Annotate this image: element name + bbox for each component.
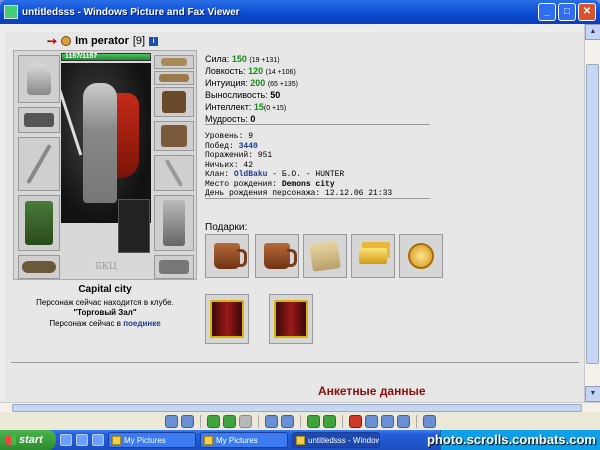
print-icon[interactable] xyxy=(364,414,378,428)
amulet-slot-icon[interactable] xyxy=(154,55,194,69)
stat-row: Ловкость: 120 (14 +106) xyxy=(205,66,296,76)
next-image-icon[interactable] xyxy=(180,414,194,428)
windows-logo-icon xyxy=(6,435,16,445)
taskbar-item[interactable]: My Pictures xyxy=(200,432,288,448)
stat-row: Интеллект: 15(0 +15) xyxy=(205,102,287,112)
scroll-thumb[interactable] xyxy=(586,64,599,364)
actual-size-icon[interactable] xyxy=(222,414,236,428)
leggings-slot-icon[interactable] xyxy=(154,195,194,251)
folder-icon xyxy=(204,435,213,445)
quicklaunch-explorer-icon[interactable] xyxy=(76,434,88,446)
offhand-slot-icon[interactable] xyxy=(154,155,194,191)
image-viewer: ➙ Im perator [9] i 1157/1157 БКЦ Capital… xyxy=(0,24,600,402)
city-name: Capital city xyxy=(78,284,132,295)
close-button[interactable]: ✕ xyxy=(578,3,596,21)
weapon-slot-icon[interactable] xyxy=(18,137,60,191)
hp-bar: 1157/1157 xyxy=(61,53,151,61)
scroll-down-icon[interactable]: ▼ xyxy=(585,386,600,402)
picture-viewer-icon xyxy=(4,5,18,19)
help-icon[interactable] xyxy=(422,414,436,428)
delete-icon[interactable] xyxy=(348,414,362,428)
picture-icon xyxy=(296,435,305,445)
clan-line: Клан: OldBaku - Б.О. - HUNTER xyxy=(205,170,345,179)
location-room: "Торговый Зал" xyxy=(73,308,137,317)
bracers-slot-icon[interactable] xyxy=(18,107,60,133)
start-button[interactable]: start xyxy=(0,430,56,450)
battle-status-prefix: Персонаж сейчас в xyxy=(49,319,121,328)
image-canvas: ➙ Im perator [9] i 1157/1157 БКЦ Capital… xyxy=(5,32,584,402)
battle-link[interactable]: поединке xyxy=(123,319,160,328)
previous-image-icon[interactable] xyxy=(164,414,178,428)
viewer-toolbar xyxy=(0,412,600,430)
taskbar-item[interactable]: untitledsss - Windows... xyxy=(292,432,380,448)
edit-icon[interactable] xyxy=(396,414,410,428)
divider xyxy=(11,362,579,363)
boots-slot-icon[interactable] xyxy=(154,255,194,279)
alignment-icon xyxy=(61,36,72,46)
equipment-panel: 1157/1157 БКЦ xyxy=(13,50,197,280)
divider xyxy=(205,198,430,199)
gifts-label: Подарки: xyxy=(205,222,248,233)
start-label: start xyxy=(19,434,43,446)
character-header: ➙ Im perator [9] i xyxy=(47,34,159,48)
info-block: Уровень: 9 Побед: 3440 Поражений: 951 Ни… xyxy=(205,132,392,199)
rotate-counterclockwise-icon[interactable] xyxy=(322,414,336,428)
gift-gold-icon[interactable] xyxy=(351,234,395,278)
level-line: Уровень: 9 xyxy=(205,132,254,141)
belt-slot-icon[interactable] xyxy=(18,255,60,279)
gift-bag-icon[interactable] xyxy=(269,294,313,344)
folder-icon xyxy=(112,435,121,445)
window-title: untitledsss - Windows Picture and Fax Vi… xyxy=(22,6,240,18)
scroll-up-icon[interactable]: ▲ xyxy=(585,24,600,40)
hscroll-thumb[interactable] xyxy=(12,404,582,412)
maximize-button[interactable]: □ xyxy=(558,3,576,21)
taskbar-item[interactable]: My Pictures xyxy=(108,432,196,448)
gift-mug-icon[interactable] xyxy=(205,234,249,278)
quicklaunch-media-icon[interactable] xyxy=(92,434,104,446)
zoom-out-icon[interactable] xyxy=(280,414,294,428)
stats-block: Сила: 150 (19 +131) Ловкость: 120 (14 +1… xyxy=(205,54,298,126)
gift-bag-icon[interactable] xyxy=(205,294,249,344)
helmet-slot-icon[interactable] xyxy=(18,55,60,103)
gift-medal-icon[interactable] xyxy=(399,234,443,278)
club-emblem-icon: БКЦ xyxy=(95,262,117,272)
draws-line: Ничьих: 42 xyxy=(205,160,254,170)
gauntlets-slot-icon[interactable] xyxy=(154,121,194,151)
divider xyxy=(205,124,430,125)
arrow-icon: ➙ xyxy=(47,34,58,48)
horizontal-scrollbar[interactable] xyxy=(0,402,600,412)
battle-status: Персонаж сейчас в поединке xyxy=(13,319,197,328)
profile-data-heading[interactable]: Анкетные данные xyxy=(318,384,426,398)
quicklaunch-ie-icon[interactable] xyxy=(60,434,72,446)
hp-text: 1157/1157 xyxy=(65,53,98,60)
zoom-in-icon[interactable] xyxy=(264,414,278,428)
minimize-button[interactable]: _ xyxy=(538,3,556,21)
gloves-slot-icon[interactable] xyxy=(154,87,194,117)
character-name: Im perator xyxy=(75,35,129,47)
window-title-bar[interactable]: untitledsss - Windows Picture and Fax Vi… xyxy=(0,0,600,24)
losses-line: Поражений: 951 xyxy=(205,151,273,160)
birthplace-line: Место рождения: Demons city xyxy=(205,179,335,189)
rotate-clockwise-icon[interactable] xyxy=(306,414,320,428)
slideshow-icon[interactable] xyxy=(238,414,252,428)
best-fit-icon[interactable] xyxy=(206,414,220,428)
save-icon[interactable] xyxy=(380,414,394,428)
stat-row: Интуиция: 200 (65 +135) xyxy=(205,78,298,88)
gift-scroll-icon[interactable] xyxy=(303,234,347,278)
info-icon[interactable]: i xyxy=(149,36,159,46)
wins-line: Побед: 3440 xyxy=(205,141,258,151)
watermark: photo.scrolls.combats.com xyxy=(426,432,596,447)
gift-mug-icon[interactable] xyxy=(255,234,299,278)
location-line: Персонаж сейчас находится в клубе. xyxy=(36,298,174,307)
stat-row: Выносливость: 50 xyxy=(205,90,281,100)
window-controls: _ □ ✕ xyxy=(538,3,596,21)
stat-row: Сила: 150 (19 +131) xyxy=(205,54,280,64)
clan-link[interactable]: OldBaku xyxy=(234,170,268,179)
character-level: [9] xyxy=(132,35,146,47)
vertical-scrollbar[interactable]: ▲ ▼ xyxy=(584,24,600,402)
armor-slot-icon[interactable] xyxy=(18,195,60,251)
pet-slot-icon[interactable] xyxy=(118,199,150,253)
rings-slot-icon[interactable] xyxy=(154,71,194,85)
